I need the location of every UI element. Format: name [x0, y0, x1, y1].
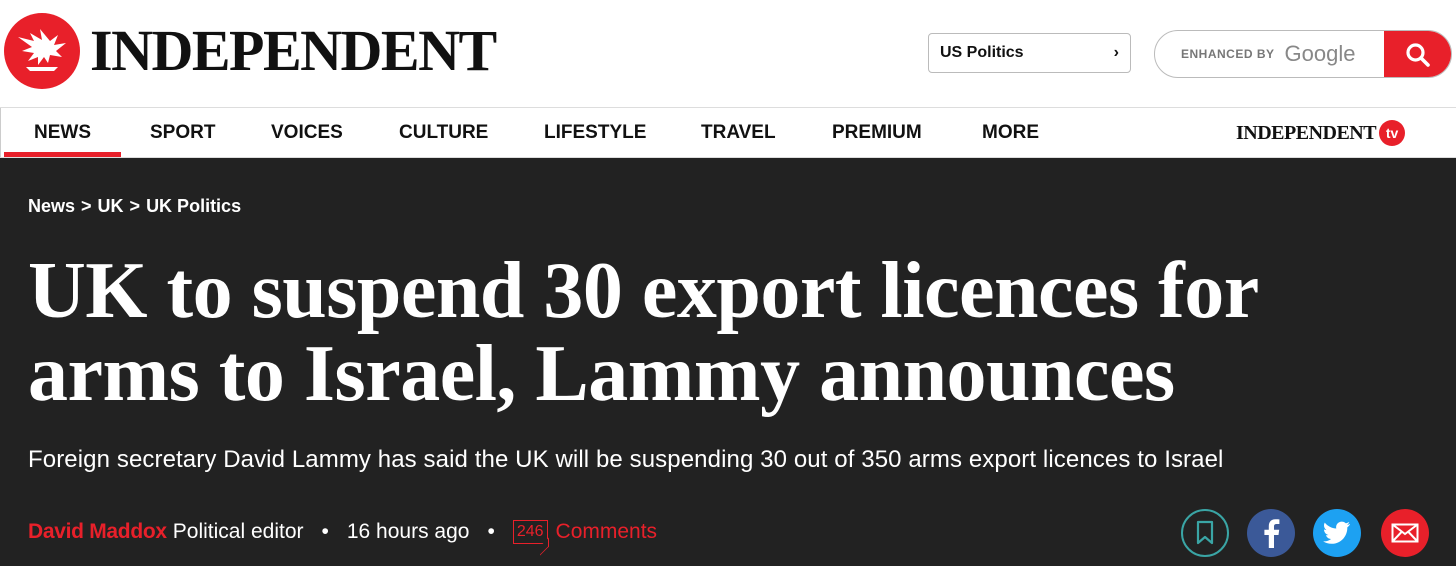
brand-wordmark[interactable]: INDEPENDENT	[90, 16, 497, 86]
eagle-icon	[18, 29, 66, 71]
article-header: News > UK > UK Politics UK to suspend 30…	[0, 158, 1456, 566]
nav-item-more[interactable]: MORE	[982, 108, 1039, 157]
article-headline: UK to suspend 30 export licences for arm…	[28, 247, 1258, 418]
byline-separator: •	[321, 520, 329, 543]
breadcrumb-separator: >	[129, 196, 141, 216]
breadcrumb-news[interactable]: News	[28, 196, 75, 217]
article-byline: David Maddox Political editor • 16 hours…	[28, 517, 657, 547]
author-link[interactable]: David Maddox	[28, 520, 167, 544]
breadcrumb-separator: >	[81, 196, 92, 216]
nav-item-sport[interactable]: SPORT	[150, 108, 215, 157]
share-email-button[interactable]	[1381, 509, 1429, 557]
comments-link[interactable]: Comments	[556, 520, 658, 544]
search-button[interactable]	[1384, 31, 1451, 77]
google-label: Google	[1284, 41, 1356, 66]
search-field[interactable]: ENHANCED BY Google	[1154, 30, 1452, 78]
chevron-right-icon: ›	[1113, 44, 1119, 61]
search-icon	[1405, 43, 1430, 67]
email-icon	[1391, 523, 1419, 543]
nav-item-travel[interactable]: TRAVEL	[701, 108, 776, 157]
facebook-icon	[1264, 519, 1280, 548]
share-facebook-button[interactable]	[1247, 509, 1295, 557]
edition-dropdown[interactable]: US Politics ›	[928, 33, 1131, 73]
independent-tv-link[interactable]: INDEPENDENT tv	[1236, 120, 1406, 146]
nav-item-news[interactable]: NEWS	[4, 108, 121, 157]
tv-badge-icon: tv	[1379, 120, 1406, 146]
comment-count-badge[interactable]: 246	[512, 520, 548, 544]
independent-tv-wordmark: INDEPENDENT	[1236, 121, 1377, 144]
nav-item-premium[interactable]: PREMIUM	[832, 108, 922, 157]
breadcrumb-uk[interactable]: UK	[98, 196, 124, 217]
nav-item-culture[interactable]: CULTURE	[399, 108, 488, 157]
share-twitter-button[interactable]	[1313, 509, 1361, 557]
nav-item-lifestyle[interactable]: LIFESTYLE	[544, 108, 646, 157]
byline-separator: •	[487, 520, 495, 543]
publish-time: 16 hours ago	[346, 520, 470, 543]
breadcrumb-uk-politics[interactable]: UK Politics	[146, 196, 241, 217]
bookmark-button[interactable]	[1181, 509, 1229, 557]
nav-divider	[0, 108, 4, 157]
nav-item-voices[interactable]: VOICES	[271, 108, 343, 157]
article-standfirst: Foreign secretary David Lammy has said t…	[28, 446, 1224, 473]
enhanced-by-label: ENHANCED BY	[1181, 47, 1275, 61]
twitter-icon	[1323, 521, 1350, 544]
edition-label: US Politics	[940, 44, 1024, 61]
bookmark-icon	[1196, 520, 1214, 545]
author-role: Political editor	[172, 520, 304, 543]
breadcrumb: News > UK > UK Politics	[28, 196, 241, 217]
site-header: INDEPENDENT US Politics › ENHANCED BY Go…	[0, 0, 1456, 107]
main-nav: NEWS SPORT VOICES CULTURE LIFESTYLE TRAV…	[0, 107, 1456, 158]
eagle-logo-icon[interactable]	[4, 13, 80, 89]
